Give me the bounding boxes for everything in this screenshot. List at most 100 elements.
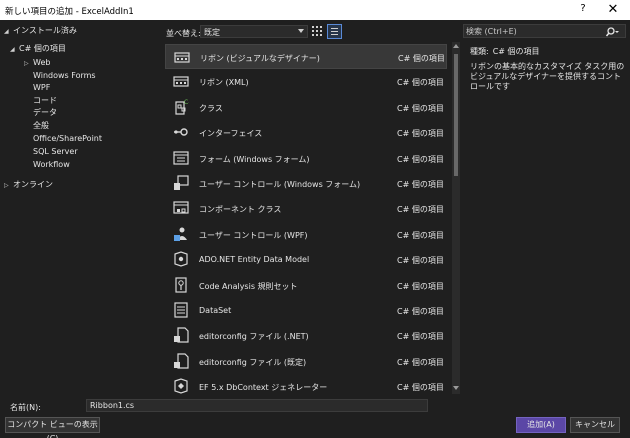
- list-item[interactable]: ユーザー コントロール (Windows フォーム) C# 個の項目: [165, 171, 447, 196]
- ribbon-designer-icon: [174, 52, 190, 63]
- sort-dropdown[interactable]: 既定: [200, 25, 308, 38]
- user-control-icon: [174, 175, 189, 190]
- list-item[interactable]: editorconfig ファイル (.NET) C# 個の項目: [165, 323, 447, 348]
- tree-node-windows-forms[interactable]: Windows Forms: [33, 70, 96, 82]
- help-button[interactable]: ?: [576, 3, 590, 17]
- item-name: クラス: [199, 103, 223, 113]
- item-name: EF 5.x DbContext ジェネレーター: [199, 383, 328, 393]
- item-name: リボン (ビジュアルなデザイナー): [200, 54, 320, 63]
- windows-form-icon: [173, 150, 189, 165]
- detail-type-value: C# 個の項目: [492, 47, 540, 56]
- item-type: C# 個の項目: [397, 154, 444, 164]
- tree-node-office-sharepoint[interactable]: Office/SharePoint: [33, 133, 102, 145]
- name-label: 名前(N):: [10, 403, 41, 412]
- bottom-bar: 名前(N): コンパクト ビューの表示(C) 追加(A) キャンセル: [0, 395, 630, 438]
- tree-node-general[interactable]: 全般: [33, 120, 49, 132]
- detail-type-row: 種類: C# 個の項目: [470, 46, 628, 57]
- component-class-icon: [173, 201, 189, 214]
- list-item[interactable]: リボン (XML) C# 個の項目: [165, 69, 447, 94]
- item-type: C# 個の項目: [397, 180, 444, 189]
- item-name: フォーム (Windows フォーム): [199, 154, 310, 164]
- window-title: 新しい項目の追加 - ExcelAddIn1: [5, 7, 134, 17]
- item-type: C# 個の項目: [397, 357, 444, 367]
- list-item[interactable]: DataSet C# 個の項目: [165, 298, 447, 323]
- scroll-down-icon[interactable]: [453, 386, 459, 390]
- list-item[interactable]: フォーム (Windows フォーム) C# 個の項目: [165, 146, 447, 171]
- expanded-arrow-icon: ◢: [10, 46, 15, 53]
- tree-node-csharp-items[interactable]: ◢ C# 個の項目: [10, 43, 66, 55]
- tree-node-online[interactable]: ▷ オンライン: [4, 179, 53, 191]
- add-button[interactable]: 追加(A): [516, 417, 566, 433]
- tree-node-installed[interactable]: ◢ インストール済み: [4, 25, 77, 37]
- list-item[interactable]: リボン (ビジュアルなデザイナー) C# 個の項目: [165, 44, 447, 69]
- list-scrollbar[interactable]: [452, 42, 460, 394]
- item-name: ユーザー コントロール (Windows フォーム): [199, 180, 361, 189]
- cancel-button[interactable]: キャンセル: [570, 417, 620, 433]
- scroll-thumb[interactable]: [454, 54, 458, 176]
- entity-data-model-icon: [174, 251, 188, 267]
- sort-label: 並べ替え:: [166, 29, 201, 38]
- tree-node-label: オンライン: [13, 180, 53, 189]
- ef-generator-icon: [174, 378, 188, 394]
- item-name: コンポーネント クラス: [199, 205, 282, 215]
- tree-node-web[interactable]: ▷ Web: [24, 57, 50, 69]
- list-view-icon[interactable]: [327, 24, 342, 39]
- item-type: C# 個の項目: [397, 281, 444, 291]
- compact-view-button[interactable]: コンパクト ビューの表示(C): [5, 417, 100, 438]
- collapsed-arrow-icon: ▷: [4, 182, 9, 189]
- list-item[interactable]: ADO.NET Entity Data Model C# 個の項目: [165, 247, 447, 272]
- list-item[interactable]: コンポーネント クラス C# 個の項目: [165, 196, 447, 221]
- item-name: インターフェイス: [199, 129, 263, 139]
- name-input[interactable]: [86, 399, 428, 412]
- item-type: C# 個の項目: [397, 78, 444, 88]
- item-type: C# 個の項目: [397, 205, 444, 215]
- class-icon: C#: [175, 99, 189, 115]
- item-name: editorconfig ファイル (既定): [199, 357, 307, 367]
- list-item[interactable]: ユーザー コントロール (WPF) C# 個の項目: [165, 222, 447, 247]
- interface-icon: [174, 128, 188, 136]
- tree-node-label: インストール済み: [13, 26, 77, 35]
- item-name: ユーザー コントロール (WPF): [199, 230, 308, 240]
- tree-node-code[interactable]: コード: [33, 95, 57, 107]
- detail-description: リボンの基本的なカスタマイズ タスク用のビジュアルなデザイナーを提供するコントロ…: [470, 62, 625, 91]
- item-name: ADO.NET Entity Data Model: [199, 255, 310, 265]
- item-type: C# 個の項目: [397, 332, 444, 342]
- svg-text:C#: C#: [184, 99, 189, 106]
- dataset-icon: [174, 302, 188, 318]
- item-type: C# 個の項目: [397, 383, 444, 393]
- editorconfig-icon: [174, 353, 189, 369]
- detail-type-label: 種類:: [470, 47, 489, 56]
- details-pane: 種類: C# 個の項目 リボンの基本的なカスタマイズ タスク用のビジュアルなデザイ…: [470, 46, 628, 92]
- tree-node-wpf[interactable]: WPF: [33, 82, 50, 94]
- tree-node-data[interactable]: データ: [33, 107, 57, 119]
- collapsed-arrow-icon: ▷: [24, 60, 29, 67]
- scroll-up-icon[interactable]: [453, 44, 459, 48]
- grid-view-icon[interactable]: [312, 26, 323, 37]
- item-type: C# 個の項目: [397, 230, 444, 240]
- ribbon-xml-icon: [173, 76, 189, 87]
- item-name: リボン (XML): [199, 78, 249, 88]
- list-item[interactable]: editorconfig ファイル (既定) C# 個の項目: [165, 349, 447, 374]
- item-type: C# 個の項目: [398, 54, 445, 63]
- sort-dropdown-value: 既定: [204, 28, 220, 37]
- template-list: リボン (ビジュアルなデザイナー) C# 個の項目 リボン (XML) C# 個の項目…: [162, 42, 452, 394]
- list-item[interactable]: EF 5.x DbContext ジェネレーター C# 個の項目: [165, 374, 447, 394]
- tree-node-workflow[interactable]: Workflow: [33, 159, 70, 171]
- item-type: C# 個の項目: [397, 103, 444, 113]
- search-icon[interactable]: [605, 26, 619, 38]
- close-button[interactable]: ✕: [604, 1, 622, 19]
- list-item[interactable]: Code Analysis 規則セット C# 個の項目: [165, 273, 447, 298]
- expanded-arrow-icon: ◢: [4, 28, 9, 35]
- tree-node-label: C# 個の項目: [19, 44, 66, 53]
- search-input[interactable]: [466, 25, 601, 37]
- list-item[interactable]: インターフェイス C# 個の項目: [165, 120, 447, 145]
- title-bar: 新しい項目の追加 - ExcelAddIn1 ? ✕: [0, 0, 630, 20]
- tree-node-sql-server[interactable]: SQL Server: [33, 146, 78, 158]
- item-type: C# 個の項目: [397, 307, 444, 316]
- search-box[interactable]: [463, 24, 626, 38]
- item-type: C# 個の項目: [397, 129, 444, 139]
- chevron-down-icon: [298, 29, 304, 33]
- item-type: C# 個の項目: [397, 256, 444, 266]
- category-tree: ◢ インストール済み ◢ C# 個の項目 ▷ Web Windows Forms WP…: [0, 20, 162, 395]
- list-item[interactable]: C# クラス C# 個の項目: [165, 95, 447, 120]
